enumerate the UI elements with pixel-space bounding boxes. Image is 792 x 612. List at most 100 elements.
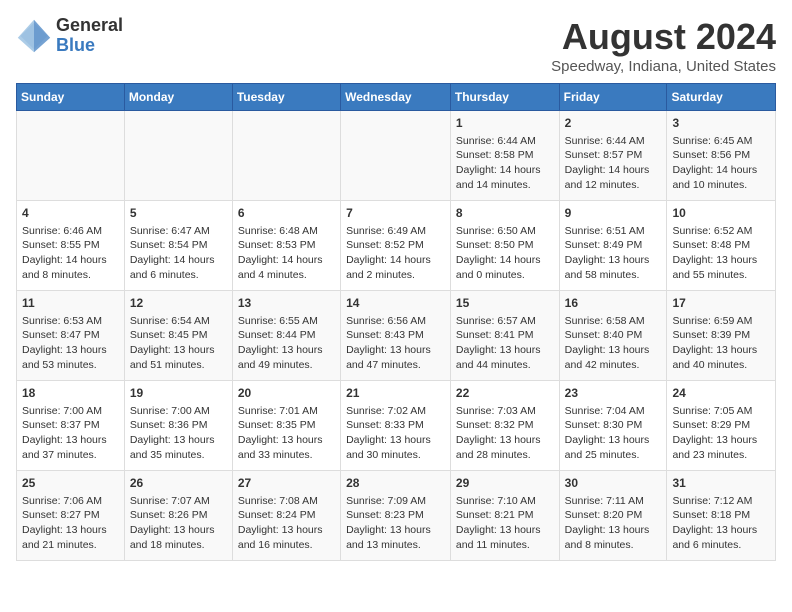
day-info: Sunset: 8:54 PM	[130, 238, 227, 253]
day-info: Sunset: 8:29 PM	[672, 418, 770, 433]
day-info: Sunset: 8:52 PM	[346, 238, 445, 253]
calendar-cell: 26Sunrise: 7:07 AMSunset: 8:26 PMDayligh…	[124, 471, 232, 561]
day-number: 24	[672, 385, 770, 402]
day-number: 28	[346, 475, 445, 492]
day-info: Sunrise: 6:58 AM	[565, 314, 662, 329]
day-info: Sunset: 8:35 PM	[238, 418, 335, 433]
day-number: 30	[565, 475, 662, 492]
day-info: Sunset: 8:49 PM	[565, 238, 662, 253]
day-number: 25	[22, 475, 119, 492]
header-row: Sunday Monday Tuesday Wednesday Thursday…	[17, 84, 776, 111]
day-info: Daylight: 13 hours and 49 minutes.	[238, 343, 335, 372]
day-info: Sunset: 8:55 PM	[22, 238, 119, 253]
day-number: 16	[565, 295, 662, 312]
day-info: Daylight: 13 hours and 55 minutes.	[672, 253, 770, 282]
calendar-body: 1Sunrise: 6:44 AMSunset: 8:58 PMDaylight…	[17, 111, 776, 561]
day-info: Sunrise: 7:04 AM	[565, 404, 662, 419]
day-number: 12	[130, 295, 227, 312]
day-info: Sunrise: 7:12 AM	[672, 494, 770, 509]
calendar-cell: 2Sunrise: 6:44 AMSunset: 8:57 PMDaylight…	[559, 111, 667, 201]
day-info: Sunrise: 6:45 AM	[672, 134, 770, 149]
day-info: Daylight: 14 hours and 4 minutes.	[238, 253, 335, 282]
calendar-cell	[341, 111, 451, 201]
day-number: 19	[130, 385, 227, 402]
day-info: Sunset: 8:18 PM	[672, 508, 770, 523]
calendar-cell	[232, 111, 340, 201]
day-info: Daylight: 14 hours and 14 minutes.	[456, 163, 554, 192]
calendar-header: Sunday Monday Tuesday Wednesday Thursday…	[17, 84, 776, 111]
day-info: Daylight: 14 hours and 12 minutes.	[565, 163, 662, 192]
calendar-cell	[124, 111, 232, 201]
day-info: Daylight: 13 hours and 25 minutes.	[565, 433, 662, 462]
calendar-cell: 11Sunrise: 6:53 AMSunset: 8:47 PMDayligh…	[17, 291, 125, 381]
calendar-cell: 13Sunrise: 6:55 AMSunset: 8:44 PMDayligh…	[232, 291, 340, 381]
calendar-cell: 5Sunrise: 6:47 AMSunset: 8:54 PMDaylight…	[124, 201, 232, 291]
calendar-cell: 10Sunrise: 6:52 AMSunset: 8:48 PMDayligh…	[667, 201, 776, 291]
day-info: Sunset: 8:36 PM	[130, 418, 227, 433]
day-number: 15	[456, 295, 554, 312]
day-info: Sunset: 8:24 PM	[238, 508, 335, 523]
title-block: August 2024 Speedway, Indiana, United St…	[551, 16, 776, 75]
day-info: Daylight: 13 hours and 8 minutes.	[565, 523, 662, 552]
day-info: Sunset: 8:37 PM	[22, 418, 119, 433]
day-info: Sunrise: 7:00 AM	[130, 404, 227, 419]
day-info: Daylight: 13 hours and 21 minutes.	[22, 523, 119, 552]
day-info: Sunrise: 6:47 AM	[130, 224, 227, 239]
day-info: Sunset: 8:33 PM	[346, 418, 445, 433]
day-info: Sunset: 8:50 PM	[456, 238, 554, 253]
calendar-cell: 27Sunrise: 7:08 AMSunset: 8:24 PMDayligh…	[232, 471, 340, 561]
day-info: Daylight: 14 hours and 10 minutes.	[672, 163, 770, 192]
day-info: Sunset: 8:32 PM	[456, 418, 554, 433]
day-info: Daylight: 13 hours and 42 minutes.	[565, 343, 662, 372]
calendar-cell: 14Sunrise: 6:56 AMSunset: 8:43 PMDayligh…	[341, 291, 451, 381]
calendar-cell: 19 Sunrise: 7:00 AMSunset: 8:36 PMDayligh…	[124, 381, 232, 471]
day-number: 21	[346, 385, 445, 402]
day-info: Sunset: 8:21 PM	[456, 508, 554, 523]
day-info: Sunset: 8:30 PM	[565, 418, 662, 433]
day-number: 31	[672, 475, 770, 492]
day-number: 23	[565, 385, 662, 402]
calendar-cell: 16 Sunrise: 6:58 AMSunset: 8:40 PMDayligh…	[559, 291, 667, 381]
day-info: Sunrise: 6:46 AM	[22, 224, 119, 239]
day-info: Sunset: 8:40 PM	[565, 328, 662, 343]
day-info: Daylight: 13 hours and 33 minutes.	[238, 433, 335, 462]
subtitle: Speedway, Indiana, United States	[551, 58, 776, 75]
logo-icon	[16, 18, 52, 54]
calendar-cell: 1Sunrise: 6:44 AMSunset: 8:58 PMDaylight…	[450, 111, 559, 201]
day-number: 7	[346, 205, 445, 222]
col-thursday: Thursday	[450, 84, 559, 111]
day-info: Sunset: 8:47 PM	[22, 328, 119, 343]
day-info: Daylight: 13 hours and 47 minutes.	[346, 343, 445, 372]
day-info: Daylight: 14 hours and 6 minutes.	[130, 253, 227, 282]
day-info: Sunset: 8:57 PM	[565, 148, 662, 163]
day-info: Daylight: 14 hours and 0 minutes.	[456, 253, 554, 282]
day-info: Daylight: 13 hours and 30 minutes.	[346, 433, 445, 462]
calendar-cell: 8Sunrise: 6:50 AMSunset: 8:50 PMDaylight…	[450, 201, 559, 291]
day-info: Sunrise: 6:51 AM	[565, 224, 662, 239]
day-info: Sunrise: 7:01 AM	[238, 404, 335, 419]
day-info: Daylight: 13 hours and 40 minutes.	[672, 343, 770, 372]
calendar-cell: 28Sunrise: 7:09 AMSunset: 8:23 PMDayligh…	[341, 471, 451, 561]
day-number: 11	[22, 295, 119, 312]
day-info: Sunrise: 7:05 AM	[672, 404, 770, 419]
day-number: 10	[672, 205, 770, 222]
week-row-1: 1Sunrise: 6:44 AMSunset: 8:58 PMDaylight…	[17, 111, 776, 201]
day-info: Sunset: 8:27 PM	[22, 508, 119, 523]
calendar-cell: 31Sunrise: 7:12 AMSunset: 8:18 PMDayligh…	[667, 471, 776, 561]
day-info: Sunset: 8:53 PM	[238, 238, 335, 253]
day-info: Daylight: 13 hours and 51 minutes.	[130, 343, 227, 372]
calendar-cell: 20 Sunrise: 7:01 AMSunset: 8:35 PMDayligh…	[232, 381, 340, 471]
day-info: Sunrise: 6:44 AM	[456, 134, 554, 149]
calendar-cell: 23 Sunrise: 7:04 AMSunset: 8:30 PMDayligh…	[559, 381, 667, 471]
day-info: Sunrise: 6:56 AM	[346, 314, 445, 329]
day-info: Sunrise: 7:02 AM	[346, 404, 445, 419]
calendar-cell: 9Sunrise: 6:51 AMSunset: 8:49 PMDaylight…	[559, 201, 667, 291]
day-info: Sunrise: 6:44 AM	[565, 134, 662, 149]
day-info: Sunset: 8:41 PM	[456, 328, 554, 343]
col-wednesday: Wednesday	[341, 84, 451, 111]
day-info: Daylight: 13 hours and 53 minutes.	[22, 343, 119, 372]
day-info: Sunrise: 6:48 AM	[238, 224, 335, 239]
day-info: Sunrise: 6:54 AM	[130, 314, 227, 329]
day-info: Daylight: 13 hours and 35 minutes.	[130, 433, 227, 462]
day-number: 20	[238, 385, 335, 402]
